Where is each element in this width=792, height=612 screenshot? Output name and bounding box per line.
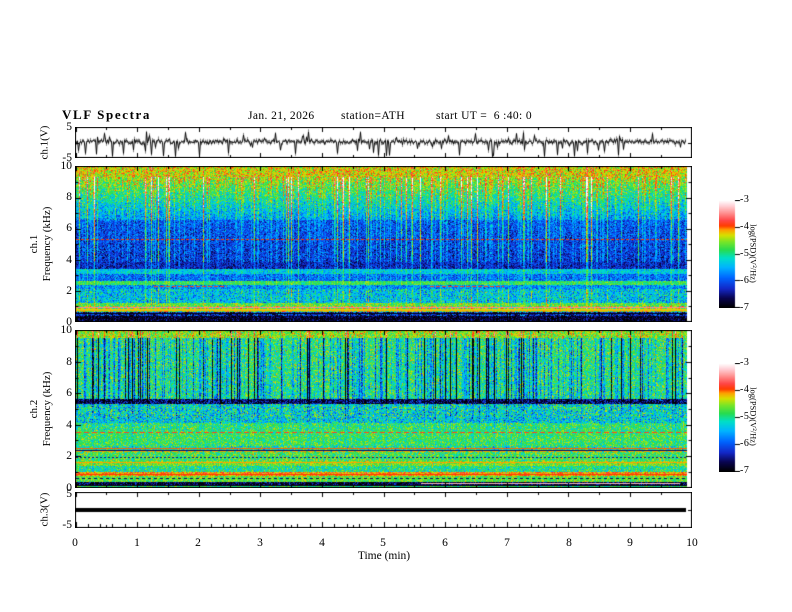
y-tick-label: 6	[66, 387, 72, 399]
colorbar-tick-label: -7	[740, 465, 750, 476]
x-tick-label: 9	[627, 537, 633, 549]
y-tick-label: 5	[66, 121, 72, 133]
station-label: station=ATH	[341, 110, 405, 122]
ch1-waveform-plot	[75, 127, 692, 158]
x-tick-label: 2	[195, 537, 201, 549]
x-tick-label: 4	[319, 537, 325, 549]
figure-title: VLF Spectra	[62, 107, 151, 122]
x-tick-label: 1	[134, 537, 140, 549]
y-tick-label: -5	[62, 519, 72, 531]
x-axis-title: Time (min)	[357, 550, 411, 562]
y-tick-label: 8	[66, 191, 72, 203]
figure-date: Jan. 21, 2026	[248, 110, 315, 122]
colorbar-ch1	[719, 200, 741, 308]
x-tick-label: 10	[686, 537, 698, 549]
colorbar-tick-label: -7	[740, 302, 750, 313]
x-tick-label: 3	[257, 537, 263, 549]
x-tick-label: 6	[442, 537, 448, 549]
ch2-spectrogram	[75, 330, 692, 488]
ch3-waveform-plot	[75, 492, 692, 528]
ch1-spec-ylabel-line1: ch.1	[28, 234, 40, 254]
y-tick-label: 4	[66, 254, 72, 266]
x-tick-label: 5	[380, 537, 386, 549]
ch2-spec-ylabel-line1: ch.2	[28, 399, 40, 419]
y-tick-label: 10	[60, 324, 73, 336]
y-tick-label: 6	[66, 222, 72, 234]
start-time-label: start UT = 6 :40: 0	[436, 110, 533, 122]
y-tick-label: 5	[66, 488, 72, 500]
y-tick-label: 2	[66, 450, 72, 462]
colorbar-ch1-label: log(PSD)(V²/Hz)	[748, 224, 759, 283]
y-tick-label: 4	[66, 419, 72, 431]
y-tick-label: 10	[60, 160, 73, 172]
colorbar-ch2	[719, 363, 741, 472]
x-tick-label: 7	[504, 537, 510, 549]
ch1-spectrogram	[75, 166, 692, 322]
x-tick-label: 8	[566, 537, 572, 549]
vlf-spectra-figure: VLF Spectra Jan. 21, 2026 station=ATH st…	[0, 0, 792, 612]
colorbar-ch2-label: log(PSD)(V²/Hz)	[748, 387, 759, 446]
y-tick-label: 2	[66, 285, 72, 297]
y-tick-label: 8	[66, 356, 72, 368]
x-tick-label: 0	[72, 537, 78, 549]
